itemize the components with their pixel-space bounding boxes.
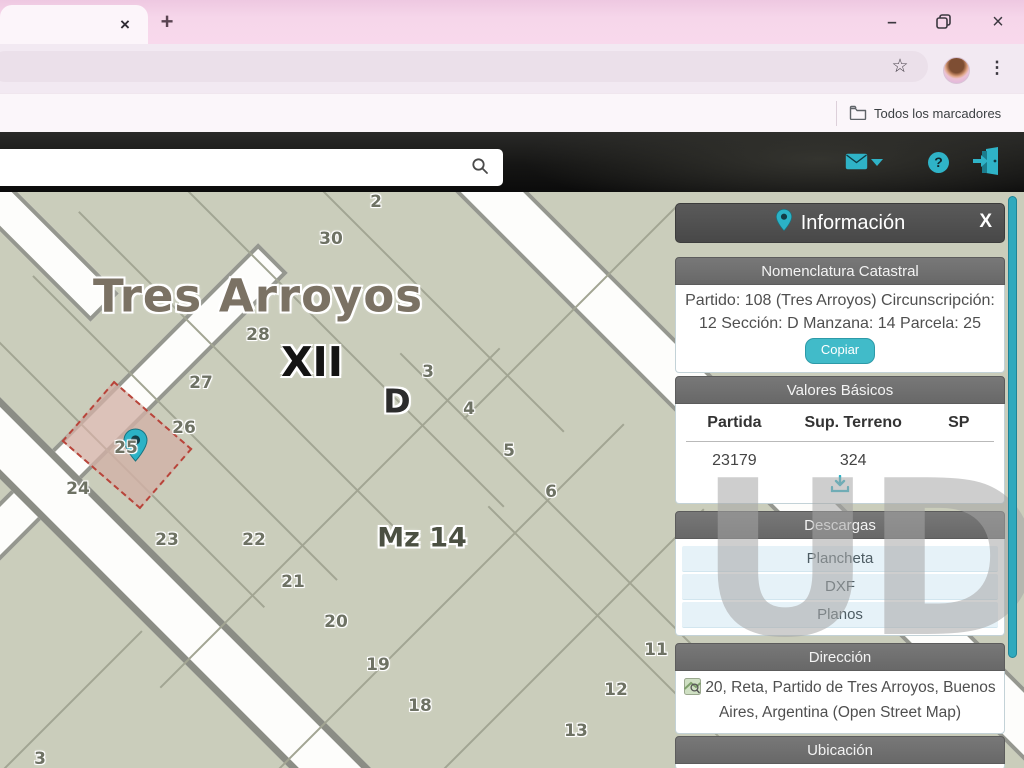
envelope-dropdown-caret-icon[interactable] [871, 159, 883, 166]
nomenclatura-header: Nomenclatura Catastral [675, 257, 1005, 285]
window-restore-button[interactable] [926, 8, 960, 36]
parcel-number: 27 [189, 373, 213, 393]
parcel-number: 6 [545, 482, 557, 502]
section-roman-label: XII [280, 338, 344, 386]
valores-card: Valores Básicos Partida Sup. Terreno SP … [675, 376, 1005, 504]
parcel-number: 19 [366, 655, 390, 675]
val-partida: 23179 [712, 452, 757, 469]
tab-close-icon[interactable]: × [114, 14, 136, 36]
parcel-number: 20 [324, 612, 348, 632]
active-tab[interactable]: × [0, 5, 148, 44]
parcel-number: 12 [604, 680, 628, 700]
val-sp [924, 442, 994, 470]
search-input[interactable] [0, 149, 503, 186]
parcel-number: 23 [155, 530, 179, 550]
parcel-number: 3 [422, 362, 434, 382]
parcel-number: 26 [172, 418, 196, 438]
nomenclatura-card: Nomenclatura Catastral Partido: 108 (Tre… [675, 257, 1005, 373]
panel-scrollbar[interactable] [1008, 196, 1017, 658]
all-bookmarks-label[interactable]: Todos los marcadores [874, 100, 1001, 127]
download-planos-button[interactable]: Planos [682, 602, 998, 628]
nomenclatura-text: Partido: 108 (Tres Arroyos) Circunscripc… [685, 292, 995, 332]
parcel-number: 21 [281, 572, 305, 592]
parcel-number: 28 [246, 325, 270, 345]
col-sup-terreno: Sup. Terreno [782, 414, 924, 442]
help-icon[interactable]: ? [928, 152, 949, 173]
parcel-number: 11 [644, 640, 668, 660]
panel-pin-icon [775, 208, 793, 238]
direccion-text: 20, Reta, Partido de Tres Arroyos, Bueno… [705, 679, 996, 721]
parcel-number: 3 [34, 749, 46, 768]
bookmarks-separator [836, 101, 837, 126]
parcel-number: 2 [370, 192, 382, 212]
parcel-number: 4 [463, 399, 475, 419]
window-minimize-button[interactable]: – [875, 8, 909, 36]
download-dxf-button[interactable]: DXF [682, 574, 998, 600]
descargas-header: Descargas [675, 511, 1005, 539]
copy-button[interactable]: Copiar [804, 338, 876, 364]
ubicacion-card: Ubicación [675, 736, 1005, 768]
parcel-number: 18 [408, 696, 432, 716]
download-tray-icon[interactable] [830, 474, 850, 497]
block-label: Mz 14 [377, 522, 467, 554]
parcel-number: 24 [66, 479, 90, 499]
tab-strip: × + – × [0, 0, 1024, 44]
search-icon[interactable] [471, 157, 489, 180]
download-plancheta-button[interactable]: Plancheta [682, 546, 998, 572]
profile-avatar[interactable] [943, 57, 970, 84]
parcel-number: 5 [503, 441, 515, 461]
bookmarks-folder-icon[interactable] [849, 105, 867, 125]
parcel-line [0, 630, 143, 768]
ubicacion-header: Ubicación [675, 736, 1005, 764]
direccion-card: Dirección 20, Reta, Partido de Tres Arro… [675, 643, 1005, 734]
val-sup-terreno: 324 [839, 452, 867, 469]
new-tab-button[interactable]: + [154, 9, 180, 35]
descargas-card: Descargas Plancheta DXF Planos [675, 511, 1005, 636]
section-letter-label: D [383, 381, 411, 421]
browser-window: × + – × ☆ ⋮ Todos los marcadores ? Tres … [0, 0, 1024, 768]
window-close-button[interactable]: × [981, 8, 1015, 36]
app-header: ? [0, 132, 1024, 192]
messages-envelope-icon[interactable] [845, 153, 868, 175]
direccion-header: Dirección [675, 643, 1005, 671]
panel-close-button[interactable]: X [979, 211, 992, 233]
parcel-number: 30 [319, 229, 343, 249]
col-partida: Partida [686, 414, 783, 442]
panel-title: Información [800, 211, 906, 234]
col-sp: SP [923, 414, 994, 442]
bookmark-star-icon[interactable]: ☆ [888, 55, 912, 79]
browser-menu-icon[interactable]: ⋮ [986, 54, 1008, 82]
bookmarks-bar: Todos los marcadores [0, 93, 1024, 132]
logout-door-icon[interactable] [972, 146, 1002, 181]
street-map-thumbnail-icon [684, 678, 702, 702]
browser-toolbar: ☆ ⋮ [0, 44, 1024, 93]
address-bar[interactable] [0, 51, 928, 82]
parcel-number: 25 [114, 438, 138, 458]
city-label: Tres Arroyos [92, 269, 424, 323]
parcel-number: 13 [564, 721, 588, 741]
valores-header: Valores Básicos [675, 376, 1005, 404]
parcel-line [159, 347, 501, 689]
info-panel-header[interactable]: Información X [675, 203, 1005, 243]
restore-icon [935, 14, 951, 29]
parcel-number: 22 [242, 530, 266, 550]
